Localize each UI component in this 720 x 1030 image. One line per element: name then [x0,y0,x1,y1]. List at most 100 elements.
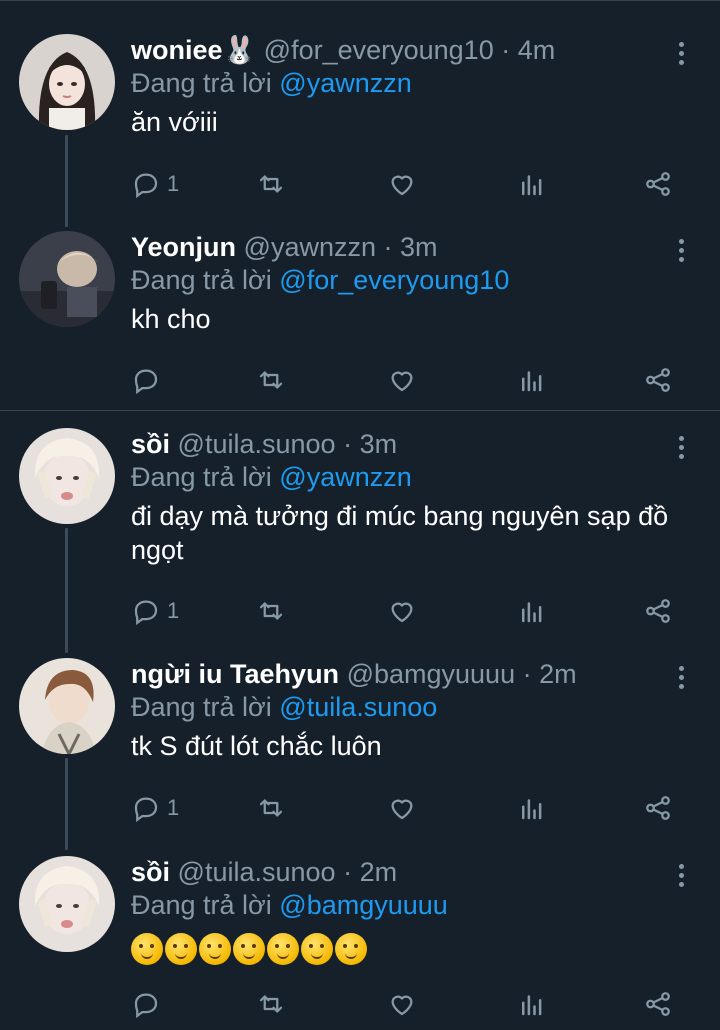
analytics-icon [522,995,542,1016]
display-name[interactable]: Yeonjun [131,232,236,262]
mention-link[interactable]: @yawnzzn [279,68,411,98]
tweet-header: ngừi iu Taehyun @bamgyuuuu · 2m [131,658,690,690]
replying-to: Đang trả lời @bamgyuuuu [131,889,690,921]
tweet-header: sồi @tuila.sunoo · 2m [131,856,690,888]
thread-divider [0,410,720,411]
tweet-text: ăn vớiii [131,107,218,137]
views-button[interactable] [517,987,547,1021]
retweet-button[interactable] [256,594,286,628]
reply-icon [134,600,158,626]
timestamp[interactable]: 4m [518,35,556,65]
timestamp[interactable]: 2m [539,659,577,689]
share-button[interactable] [643,791,673,825]
like-button[interactable] [387,167,417,201]
display-name[interactable]: sồi [131,429,170,459]
avatar[interactable] [19,231,115,327]
retweet-button[interactable] [256,791,286,825]
reply-button[interactable]: 1 [131,594,179,628]
mention-link[interactable]: @tuila.sunoo [279,692,437,722]
user-handle[interactable]: @bamgyuuuu [347,659,516,689]
sweat-emoji-icon [335,933,367,965]
retweet-button[interactable] [256,987,286,1021]
share-button[interactable] [643,987,673,1021]
separator-dot: · [343,857,353,887]
share-icon [646,368,670,392]
separator-dot: · [522,659,532,689]
display-name[interactable]: woniee🐰 [131,35,256,65]
share-button[interactable] [643,594,673,628]
avatar[interactable] [19,34,115,130]
tweet-text: đi dạy mà tưởng đi múc bang nguyên sạp đ… [131,501,669,565]
analytics-icon [522,799,542,820]
tweet-header: Yeonjun @yawnzzn · 3m [131,231,690,263]
user-handle[interactable]: @for_everyoung10 [264,35,494,65]
avatar[interactable] [19,658,115,754]
replying-to: Đang trả lời @for_everyoung10 [131,264,690,296]
user-handle[interactable]: @tuila.sunoo [178,857,336,887]
avatar-soi-image [19,428,115,524]
share-icon [646,796,670,820]
like-button[interactable] [387,594,417,628]
heart-icon [391,371,413,392]
views-button[interactable] [517,167,547,201]
views-button[interactable] [517,363,547,397]
mention-link[interactable]: @yawnzzn [279,462,411,492]
tweet-actions: 1 [131,791,691,825]
retweet-button[interactable] [256,167,286,201]
timestamp[interactable]: 3m [400,232,438,262]
retweet-icon [259,371,283,389]
reply-button[interactable]: 1 [131,167,179,201]
retweet-icon [259,602,283,620]
replying-to-label: Đang trả lời [131,692,272,722]
reply-icon [134,797,158,823]
retweet-button[interactable] [256,363,286,397]
separator-dot: · [501,35,511,65]
analytics-icon [522,175,542,196]
share-button[interactable] [643,363,673,397]
separator-dot: · [383,232,393,262]
thread-connector [65,528,68,653]
timestamp[interactable]: 3m [360,429,398,459]
more-vertical-icon[interactable] [678,864,686,891]
reply-button[interactable]: 1 [131,791,179,825]
tweet-actions [131,987,691,1021]
like-button[interactable] [387,363,417,397]
user-handle[interactable]: @yawnzzn [244,232,376,262]
share-button[interactable] [643,167,673,201]
more-vertical-icon[interactable] [678,239,686,266]
retweet-icon [259,799,283,817]
display-name[interactable]: ngừi iu Taehyun [131,659,339,689]
replying-to-label: Đang trả lời [131,462,272,492]
retweet-icon [259,175,283,193]
user-handle[interactable]: @tuila.sunoo [178,429,336,459]
reply-count: 1 [167,598,180,623]
views-button[interactable] [517,791,547,825]
relieved-emoji-icon [199,933,231,965]
heart-icon [391,995,413,1016]
like-button[interactable] [387,791,417,825]
like-button[interactable] [387,987,417,1021]
more-vertical-icon[interactable] [678,42,686,69]
display-name[interactable]: sồi [131,857,170,887]
timestamp[interactable]: 2m [360,857,398,887]
mention-link[interactable]: @for_everyoung10 [279,265,509,295]
more-vertical-icon[interactable] [678,436,686,463]
more-vertical-icon[interactable] [678,666,686,693]
smirk-emoji-icon [233,933,265,965]
avatar[interactable] [19,856,115,952]
top-divider [0,0,720,1]
tweet-actions: 1 [131,167,691,201]
avatar[interactable] [19,428,115,524]
analytics-icon [522,602,542,623]
tweet-header: woniee🐰 @for_everyoung10 · 4m [131,34,690,66]
reply-button[interactable] [131,987,167,1021]
tweet-header: sồi @tuila.sunoo · 3m [131,428,690,460]
avatar-soi-image [19,856,115,952]
analytics-icon [522,371,542,392]
reply-count: 1 [167,171,180,196]
replying-to-label: Đang trả lời [131,265,272,295]
reply-button[interactable] [131,363,167,397]
views-button[interactable] [517,594,547,628]
tweet-text: tk S đút lót chắc luôn [131,731,382,761]
mention-link[interactable]: @bamgyuuuu [279,890,448,920]
